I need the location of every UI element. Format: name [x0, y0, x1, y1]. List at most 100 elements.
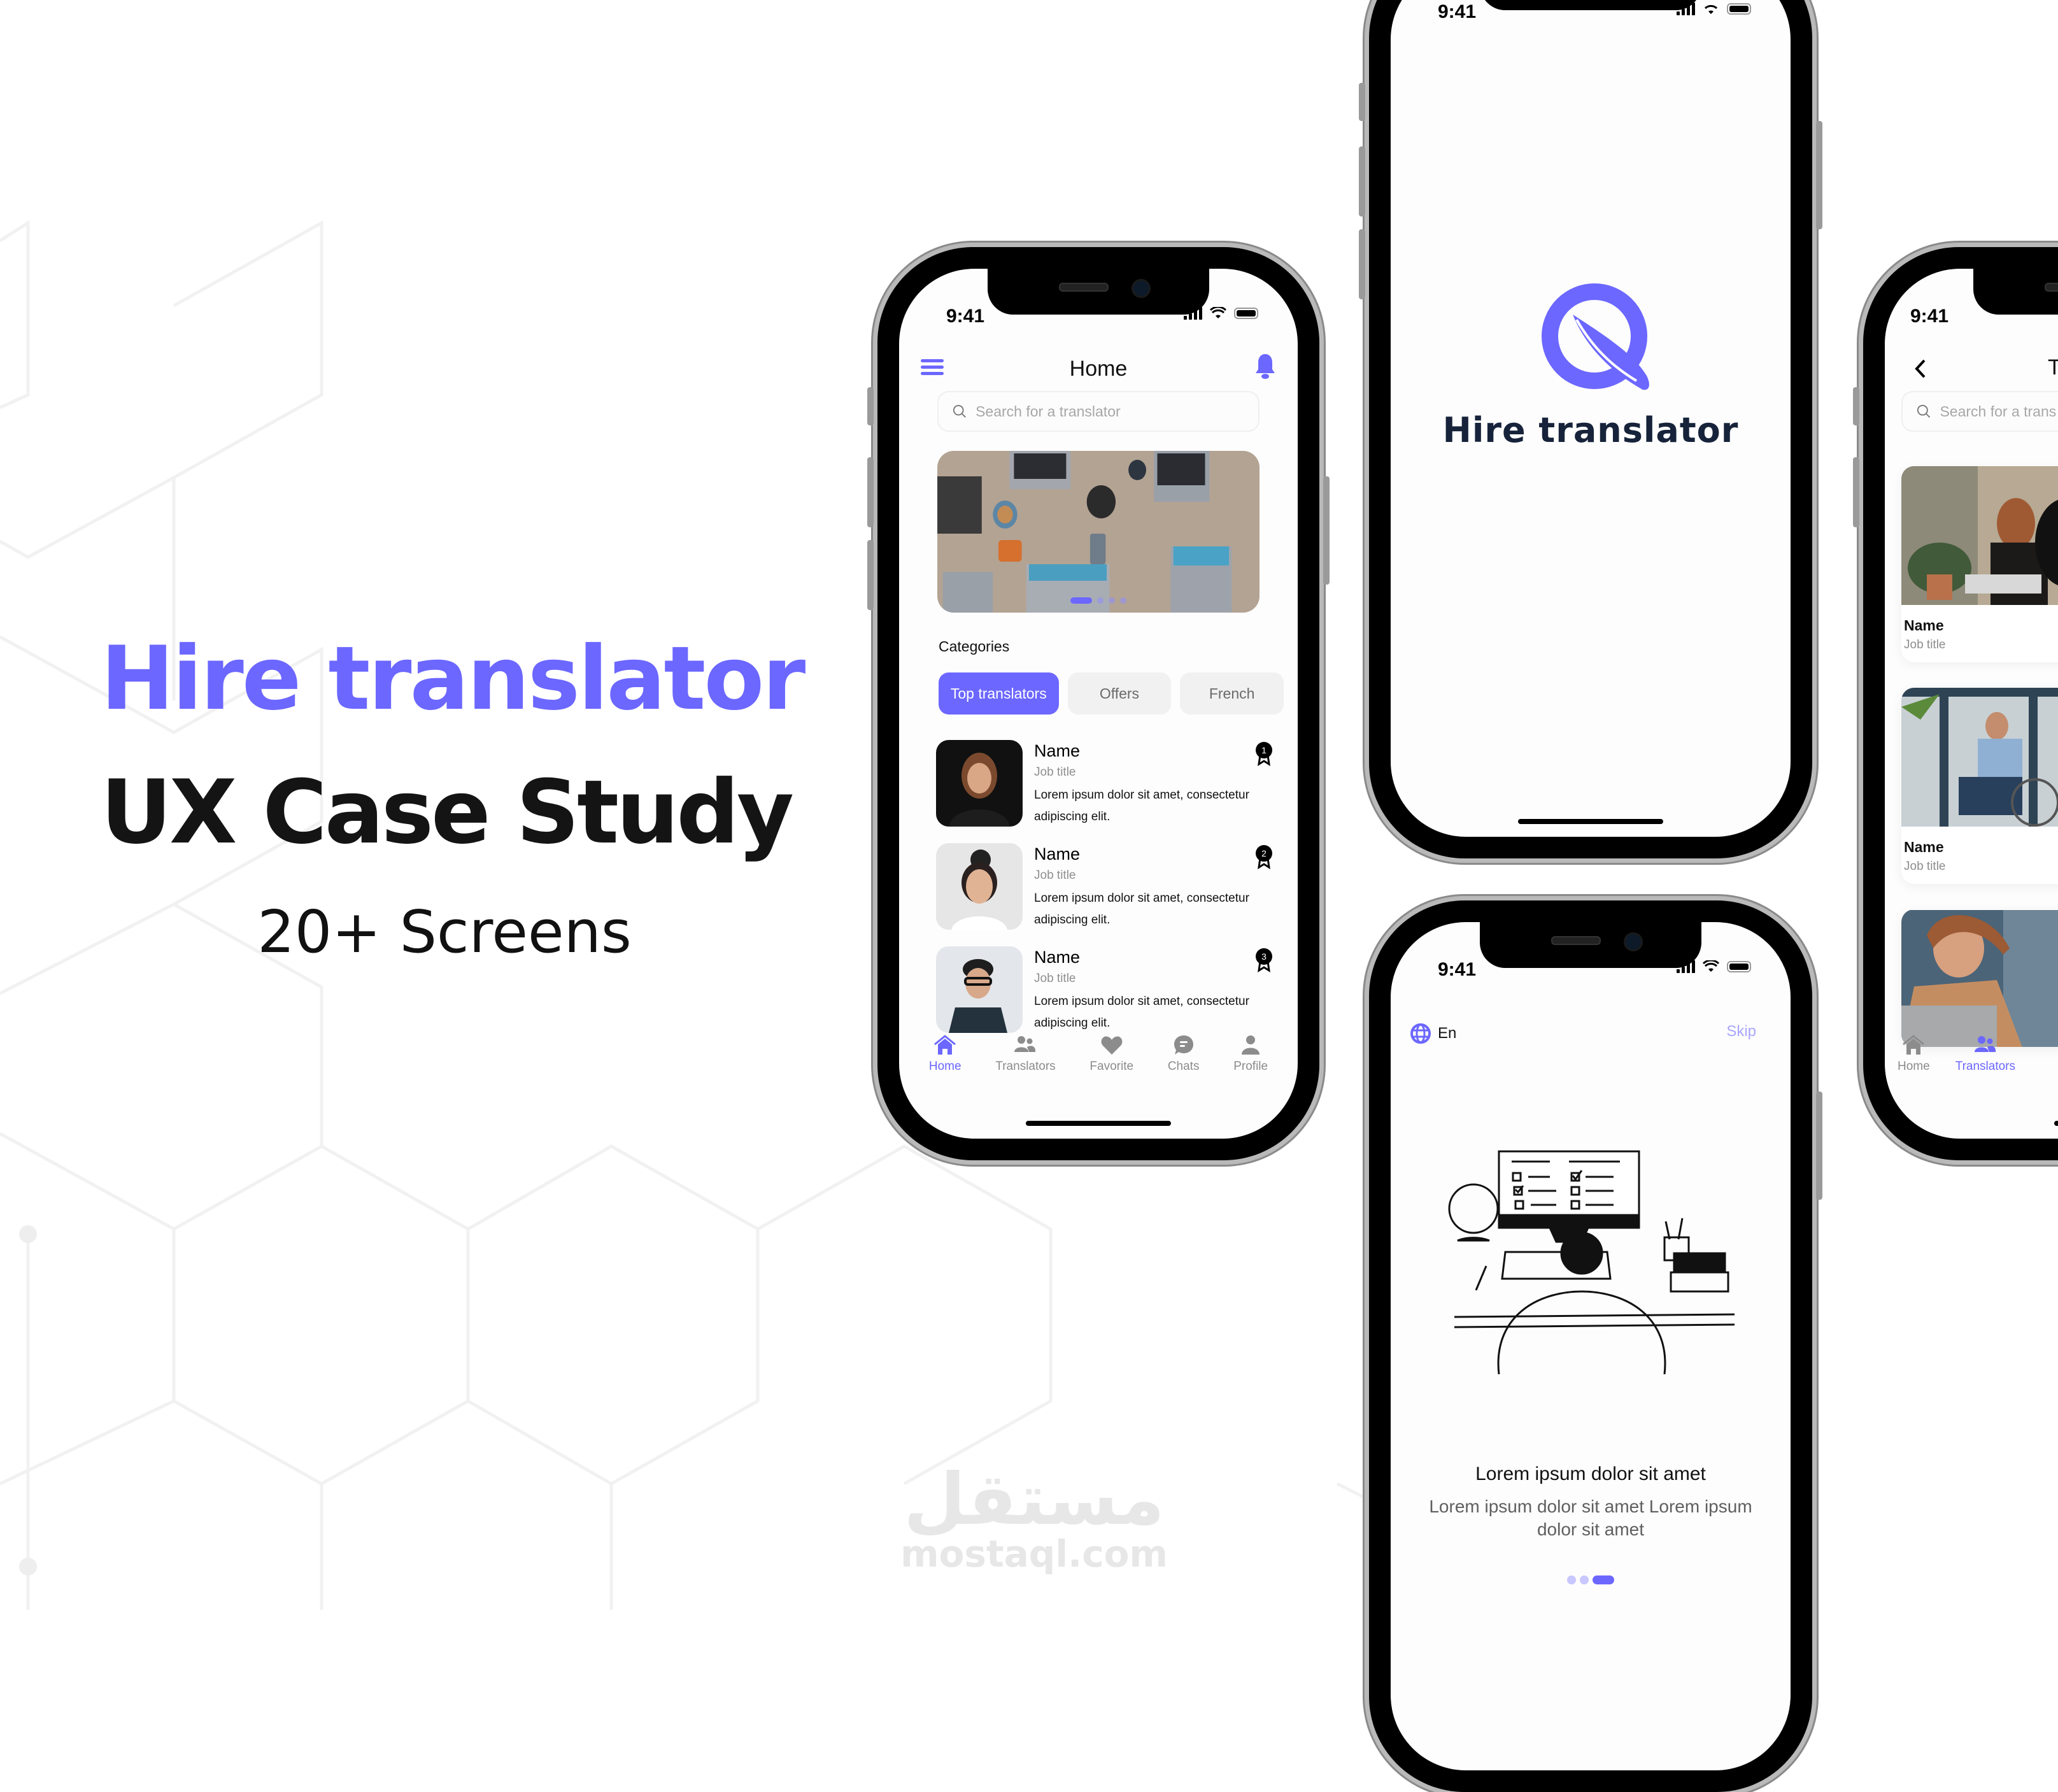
bell-icon[interactable] — [1254, 353, 1276, 380]
translator-desc: Lorem ipsum dolor sit amet, consectetur … — [1034, 788, 1249, 823]
banner-image — [937, 451, 1260, 613]
skip-button[interactable]: Skip — [1726, 1023, 1756, 1041]
phone-side-button — [867, 457, 874, 527]
notch — [1973, 269, 2058, 315]
splash-screen: 9:41 Hire translator — [1391, 0, 1791, 837]
translator-photo — [1901, 910, 2058, 1047]
search-bar[interactable] — [937, 391, 1260, 432]
avatar — [936, 740, 1023, 827]
translator-job: Job title — [1904, 860, 1946, 873]
phone-side-button — [1359, 146, 1365, 217]
language-selector[interactable]: En — [1410, 1023, 1456, 1044]
promo-banner[interactable] — [937, 451, 1260, 613]
banner-dot-active[interactable] — [1070, 597, 1092, 604]
notch — [1480, 922, 1701, 968]
page-dot[interactable] — [1567, 1575, 1576, 1584]
battery-icon — [1234, 308, 1258, 319]
tab-label: Chats — [1167, 1060, 1200, 1073]
tab-home[interactable]: Home — [929, 1034, 962, 1092]
search-icon — [1917, 404, 1931, 418]
categories-label: Categories — [939, 638, 1010, 655]
banner-dot[interactable] — [1109, 597, 1115, 604]
banner-dot[interactable] — [1097, 597, 1104, 604]
tab-label: Favorite — [1089, 1060, 1134, 1073]
home-indicator — [1518, 819, 1663, 824]
rank-badge-icon: 3 — [1256, 948, 1272, 972]
status-time: 9:41 — [1438, 1, 1477, 22]
page-dot[interactable] — [1580, 1575, 1589, 1584]
phone-side-button — [1853, 387, 1859, 425]
translator-photo — [1901, 688, 2058, 827]
translator-card[interactable]: Name Job title — [1901, 466, 2058, 662]
hero-title: Hire translator — [101, 627, 805, 730]
chip-top-translators[interactable]: Top translators — [939, 672, 1059, 715]
back-chevron-icon[interactable] — [1913, 358, 1928, 380]
status-time: 9:41 — [1910, 306, 1949, 327]
phone-side-button — [1359, 229, 1365, 299]
search-icon — [953, 404, 966, 418]
translator-desc: Lorem ipsum dolor sit amet, consectetur … — [1034, 892, 1249, 927]
notch — [1480, 0, 1701, 10]
user-icon — [1242, 1035, 1260, 1055]
search-input[interactable] — [1938, 402, 2058, 421]
hero-screen-count: 20+ Screens — [257, 898, 632, 966]
phone-home: 9:41 Home Search for a translator Catego… — [867, 247, 1330, 1160]
rank-badge-icon: 2 — [1256, 845, 1272, 869]
phone-splash: 9:41 Hire translator — [1359, 0, 1822, 858]
tab-favorite[interactable]: Favorite — [1089, 1034, 1133, 1092]
status-icons — [1677, 3, 1751, 15]
translator-name: Name — [1034, 948, 1081, 967]
onboarding-title: Lorem ipsum dolor sit amet — [1475, 1463, 1706, 1484]
bottom-tab-bar: Home Translators Favorite Chats Profile — [899, 1034, 1298, 1092]
chat-icon — [1174, 1035, 1193, 1055]
hero-subtitle: UX Case Study — [101, 761, 794, 864]
tab-label: Home — [928, 1060, 962, 1073]
tab-chats[interactable]: Chats — [1167, 1034, 1200, 1092]
page-dot-active[interactable] — [1593, 1575, 1614, 1584]
translator-job: Job title — [1034, 972, 1076, 985]
translator-row[interactable]: Name Job title Lorem ipsum dolor sit ame… — [936, 843, 1279, 946]
rank-number: 2 — [1261, 848, 1267, 858]
phone-side-button — [1359, 83, 1365, 121]
home-indicator — [1026, 1121, 1171, 1126]
onboarding-illustration — [1448, 1150, 1735, 1374]
home-icon — [1903, 1035, 1925, 1055]
watermark: مستقل mostaql.com — [900, 1464, 1168, 1573]
rank-number: 1 — [1261, 745, 1267, 755]
wifi-icon — [1704, 4, 1718, 14]
translator-card[interactable] — [1901, 909, 2058, 1047]
translator-name: Name — [1034, 844, 1081, 864]
users-icon — [1974, 1036, 1996, 1052]
home-icon — [934, 1035, 956, 1055]
home-screen: 9:41 Home Search for a translator Catego… — [899, 269, 1298, 1139]
translator-job: Job title — [1904, 638, 1946, 651]
translator-row[interactable]: Name Job title Lorem ipsum dolor sit ame… — [936, 740, 1279, 843]
chip-french[interactable]: French — [1180, 672, 1284, 715]
phone-side-button — [867, 540, 874, 610]
translator-card[interactable]: Name Job title — [1901, 688, 2058, 884]
onboarding-pagination — [1567, 1575, 1614, 1584]
banner-dot[interactable] — [1120, 597, 1126, 604]
wifi-icon — [1210, 307, 1226, 318]
chip-offers[interactable]: Offers — [1067, 672, 1172, 715]
search-input[interactable] — [974, 402, 1258, 421]
phone-side-button — [1323, 476, 1330, 585]
phone-side-button — [1816, 121, 1822, 229]
translator-name: Name — [1904, 617, 1944, 634]
tab-translators[interactable]: Translators — [995, 1034, 1056, 1092]
tab-home[interactable]: Home — [1898, 1034, 1930, 1092]
tab-profile[interactable]: Profile — [1233, 1034, 1268, 1092]
phone-onboarding: 9:41 En Skip Lorem ipsum dolor sit amet … — [1369, 900, 1822, 1792]
rank-number: 3 — [1261, 951, 1267, 962]
category-chips: Top translators Offers French — [939, 672, 1284, 715]
search-bar[interactable] — [1901, 391, 2058, 432]
signal-icon — [1677, 960, 1695, 973]
tab-label: Profile — [1233, 1060, 1268, 1073]
phone-side-button — [867, 387, 874, 425]
tab-translators[interactable]: Translators — [1955, 1034, 2015, 1092]
users-icon — [1014, 1036, 1036, 1052]
page-title: Tra — [2048, 355, 2058, 380]
status-time: 9:41 — [946, 306, 985, 327]
language-label: En — [1438, 1025, 1457, 1042]
avatar — [936, 843, 1023, 930]
